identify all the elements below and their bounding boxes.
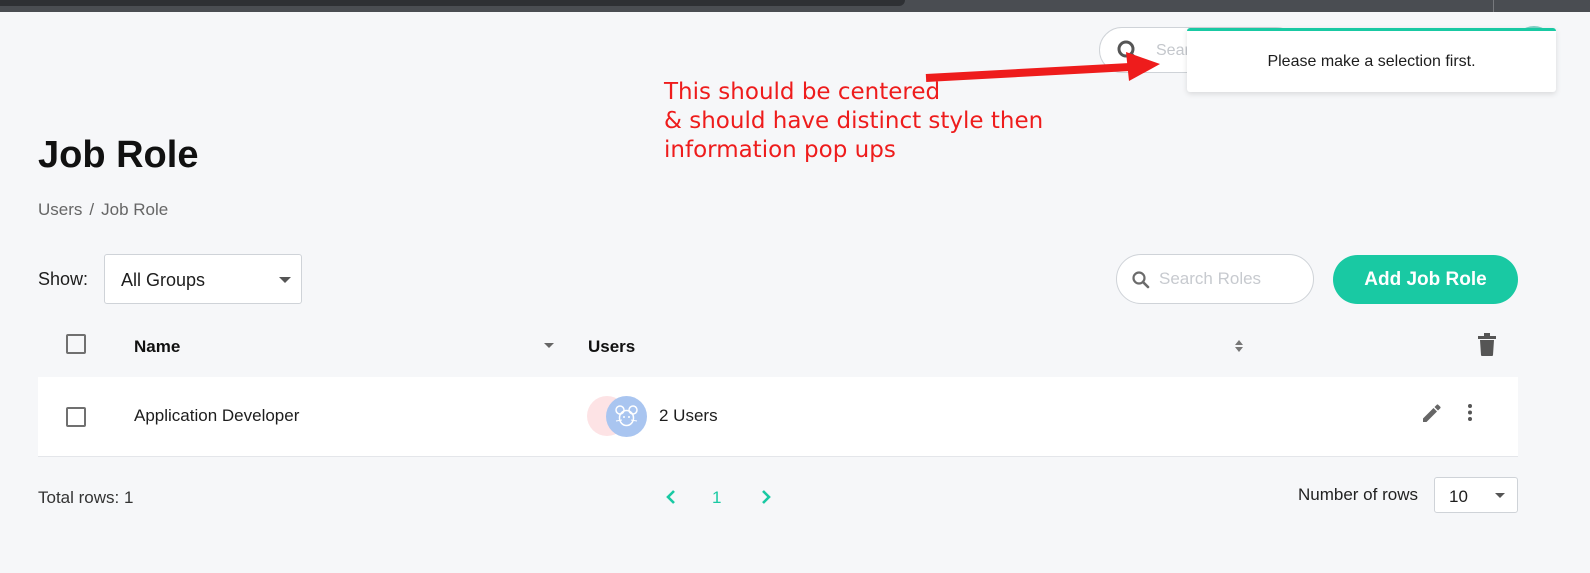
breadcrumb-job-role: Job Role bbox=[101, 200, 169, 219]
column-header-users[interactable]: Users bbox=[588, 337, 635, 357]
chevron-left-icon bbox=[666, 490, 675, 504]
edit-button[interactable] bbox=[1420, 401, 1444, 425]
chevron-right-icon bbox=[762, 490, 771, 504]
toast-notification: Please make a selection first. bbox=[1187, 28, 1556, 92]
sort-icon[interactable] bbox=[1234, 339, 1244, 353]
sort-desc-icon[interactable] bbox=[544, 343, 554, 348]
top-bar-divider bbox=[1493, 0, 1494, 12]
mouse-avatar-icon bbox=[615, 405, 638, 427]
group-select-value: All Groups bbox=[121, 270, 206, 290]
breadcrumb-users[interactable]: Users bbox=[38, 200, 82, 219]
prev-page-button[interactable] bbox=[664, 489, 678, 505]
row-checkbox[interactable] bbox=[66, 407, 86, 427]
role-name: Application Developer bbox=[134, 406, 300, 425]
add-job-role-button[interactable]: Add Job Role bbox=[1333, 255, 1518, 304]
show-label: Show: bbox=[38, 269, 89, 289]
annotation-line-1: This should be centered bbox=[664, 79, 941, 105]
group-select[interactable]: All Groups bbox=[104, 254, 302, 304]
page-title: Job Role bbox=[38, 134, 199, 176]
breadcrumb: Users / Job Role bbox=[38, 200, 168, 220]
search-roles-field[interactable] bbox=[1116, 254, 1314, 304]
annotation-text: This should be centered & should have dis… bbox=[664, 78, 1043, 165]
avatar bbox=[606, 396, 647, 437]
toast-message: Please make a selection first. bbox=[1267, 53, 1476, 70]
trash-icon bbox=[1478, 333, 1496, 356]
row-menu-button[interactable] bbox=[1462, 401, 1478, 425]
search-roles-input[interactable] bbox=[1159, 267, 1299, 291]
pencil-icon bbox=[1423, 404, 1441, 422]
rows-per-page-label: Number of rows bbox=[1298, 485, 1418, 504]
browser-tab-strip bbox=[0, 0, 905, 6]
current-page[interactable]: 1 bbox=[712, 488, 721, 508]
select-all-checkbox[interactable] bbox=[66, 334, 86, 354]
caret-down-icon bbox=[1495, 493, 1505, 498]
annotation-line-3: information pop ups bbox=[664, 137, 896, 163]
more-vertical-icon bbox=[1468, 404, 1472, 421]
total-rows: Total rows: 1 bbox=[38, 488, 134, 507]
browser-top-bar bbox=[0, 0, 1590, 12]
rows-per-page-select[interactable]: 10 bbox=[1434, 477, 1518, 513]
caret-down-icon bbox=[279, 277, 291, 283]
breadcrumb-separator: / bbox=[89, 200, 95, 219]
user-count[interactable]: 2 Users bbox=[659, 406, 718, 426]
table-row[interactable]: Application Developer 2 Users bbox=[38, 377, 1518, 457]
annotation-line-2: & should have distinct style then bbox=[664, 108, 1044, 134]
search-icon bbox=[1132, 271, 1150, 289]
next-page-button[interactable] bbox=[759, 489, 773, 505]
delete-selected-button[interactable] bbox=[1476, 333, 1498, 357]
rows-per-page-value: 10 bbox=[1449, 487, 1468, 506]
column-header-name[interactable]: Name bbox=[134, 337, 180, 357]
